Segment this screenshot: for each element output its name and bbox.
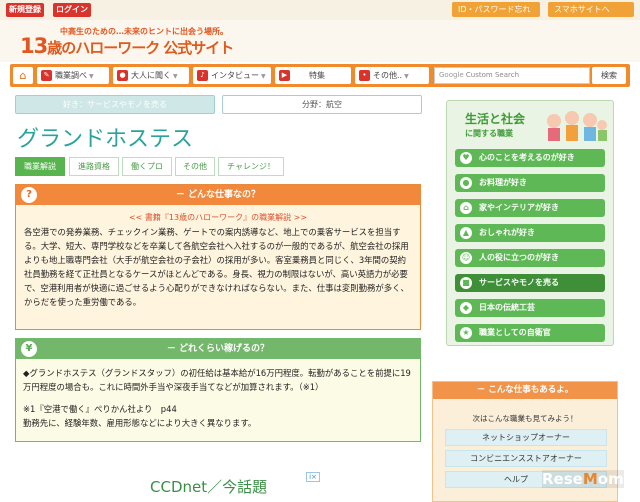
sidebar-header: 生活と社会 に関する職業 [447,101,613,146]
site-logo[interactable]: 13歳のハローワーク 公式サイト [20,34,234,58]
related-job-link[interactable]: コンビニエンスストアオーナー [445,450,607,467]
sidebar-item-selling[interactable]: ■ サービスやモノを売る [455,274,605,292]
salary-text-block: ◆グランドホステス（グランドスタッフ）の初任給は基本給が16万円程度。転勤がある… [16,359,420,438]
shop-icon: ■ [460,277,472,289]
search-placeholder: Custom Search [465,71,520,79]
related-jobs-header: － こんな仕事もあるよ。 [433,382,617,399]
tab-job-description[interactable]: 職業解説 [15,157,65,176]
job-description-panel: ? － どんな仕事なの？ << 書籍『13歳のハローワーク』の職業解説 >> 各… [15,184,421,330]
pot-icon: ● [460,177,472,189]
sidebar-item-label: 心のことを考えるのが好き [479,153,575,162]
nav-item-interview[interactable]: ♪ インタビュー ▼ [193,67,271,84]
search-button[interactable]: 検索 [592,67,626,84]
login-button[interactable]: ログイン [53,3,91,17]
vase-icon: ◆ [460,302,472,314]
panel-header: ? － どんな仕事なの？ [16,185,420,205]
related-job-link[interactable]: ネットショップオーナー [445,429,607,446]
tab-career-qualification[interactable]: 進路資格 [69,157,119,176]
heart-icon: ♥ [460,152,472,164]
people-illustration-icon [547,111,607,141]
related-jobs-lead: 次はこんな職業も見てみよう！ [472,414,578,423]
nav-item-other[interactable]: • その他.. ▼ [355,67,429,84]
chevron-down-icon: ▼ [404,73,409,80]
sidebar-item-traditional-crafts[interactable]: ◆ 日本の伝統工芸 [455,299,605,317]
page-title: グランドホステス [17,127,194,152]
salary-note-source: ※1『空港で働く』ぺりかん社より p44 [23,404,177,414]
forgot-id-password-link[interactable]: ID・パスワード忘れ [452,2,540,17]
register-button[interactable]: 新規登録 [6,3,44,17]
nav-item-job-search[interactable]: ✎ 職業調べ ▼ [37,67,109,84]
panel-header-text: － どれくらい稼げるの？ [166,344,270,354]
nav-label: 職業調べ [55,71,87,80]
tab-working-pro[interactable]: 働くプロ [122,157,172,176]
nav-label: 大人に聞く [131,71,171,80]
people-icon: ☺ [460,252,472,264]
panel-header-text: － どんな仕事なの？ [175,190,261,200]
sidebar-item-label: サービスやモノを売る [479,278,559,287]
watermark-part: om [597,470,624,488]
sidebar-item-label: 家やインテリアが好き [479,203,559,212]
sidebar-title: 生活と社会 [465,112,526,126]
smartphone-site-link[interactable]: スマホサイトへ [548,2,634,17]
chevron-down-icon: ▼ [173,73,178,80]
house-icon: ⌂ [460,202,472,214]
watermark-part: Rese [542,470,583,488]
salary-panel: ¥ － どれくらい稼げるの？ ◆グランドホステス（グランドスタッフ）の初任給は基… [15,338,421,442]
job-description-text: 各空港での発券業務、チェックイン業務、ゲートでの案内誘導など、地上での乗客サービ… [24,227,409,308]
sidebar-item-label: おしゃれが好き [479,228,535,237]
book-source-label: << 書籍『13歳のハローワーク』の職業解説 >> [128,213,308,222]
resemom-watermark: ReseMom [542,470,624,488]
like-category-tag[interactable]: 好き：サービスやモノを売る [15,95,215,114]
sidebar-subtitle: に関する職業 [465,129,513,138]
chevron-down-icon: ▼ [89,73,94,80]
panel-header: ¥ － どれくらい稼げるの？ [16,339,420,359]
sidebar-item-label: 職業としての自衛官 [479,328,551,337]
tab-other[interactable]: その他 [175,157,215,176]
category-sidebar: 生活と社会 に関する職業 ♥ 心のことを考えるのが好き ● お料理が好き ⌂ 家やイン… [446,100,614,346]
shirt-icon: ▲ [460,227,472,239]
salary-note: 勤務先に、経験年数、雇用形態などにより大きく異なります。 [23,417,257,428]
question-icon: ? [21,187,37,203]
watermark-part: M [582,470,598,488]
tab-challenge[interactable]: チャレンジ！ [218,157,284,176]
nav-label: インタビュー [211,71,259,80]
nav-item-features[interactable]: ▶ 特集 [275,67,351,84]
pencil-icon: ✎ [41,70,52,81]
ad-info-icon[interactable]: i× [306,472,320,482]
logo-number: 13 [20,34,48,58]
ad-banner-text[interactable]: CCDnet／今話題 [150,476,267,497]
field-category-tag[interactable]: 分野：航空 [222,95,422,114]
logo-official: 公式サイト [163,39,234,57]
home-icon[interactable]: ⌂ [13,67,33,84]
dots-icon: • [359,70,370,81]
search-input[interactable]: Google Custom Search [434,67,590,84]
nav-item-ask-adults[interactable]: ● 大人に聞く ▼ [113,67,189,84]
sidebar-item-label: お料理が好き [479,178,527,187]
salary-text: ◆グランドホステス（グランドスタッフ）の初任給は基本給が16万円程度。転勤がある… [23,368,411,392]
nav-label: 特集 [309,71,325,80]
sidebar-item-self-defense[interactable]: ★ 職業としての自衛官 [455,324,605,342]
sidebar-item-mind[interactable]: ♥ 心のことを考えるのが好き [455,149,605,167]
badge-icon: ★ [460,327,472,339]
microphone-icon: ♪ [197,70,208,81]
flag-icon: ▶ [279,70,290,81]
top-bar: 新規登録 ログイン ID・パスワード忘れ スマホサイトへ [0,0,640,20]
chevron-down-icon: ▼ [261,73,266,80]
sidebar-item-label: 人の役に立つのが好き [479,253,559,262]
logo-text: 歳のハローワーク [47,39,160,57]
sidebar-item-label: 日本の伝統工芸 [479,303,535,312]
sidebar-item-helping-people[interactable]: ☺ 人の役に立つのが好き [455,249,605,267]
sidebar-item-interior[interactable]: ⌂ 家やインテリアが好き [455,199,605,217]
main-navigation: ⌂ ✎ 職業調べ ▼ ● 大人に聞く ▼ ♪ インタビュー ▼ ▶ 特集 • その他.. ▼ Go… [10,64,630,87]
sidebar-item-cooking[interactable]: ● お料理が好き [455,174,605,192]
speech-bubble-icon: ● [117,70,128,81]
coins-icon: ¥ [21,341,37,357]
site-header: 中高生のための…未来のヒントに出会う場所。 13歳のハローワーク 公式サイト [0,20,640,62]
sidebar-item-fashion[interactable]: ▲ おしゃれが好き [455,224,605,242]
nav-label: その他.. [373,71,403,80]
google-label: Google [439,71,464,79]
